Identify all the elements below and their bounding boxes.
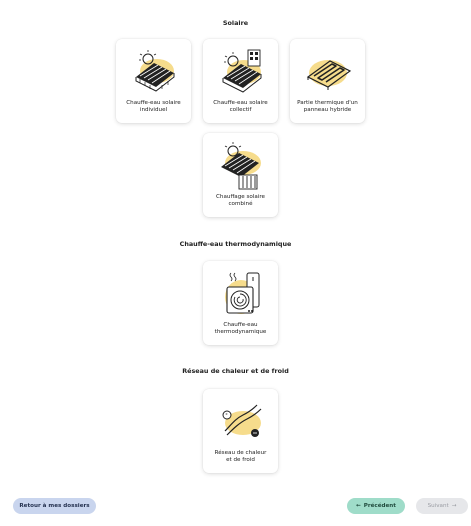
card-label: Chauffe-eau solaire individuel [126, 100, 181, 113]
combined-solar-heating-icon [203, 139, 278, 193]
next-button[interactable]: Suivant → [416, 498, 468, 514]
back-to-folders-label: Retour à mes dossiers [19, 503, 90, 509]
card-label: Chauffage solaire combiné [216, 194, 265, 207]
collective-solar-water-heater-icon [203, 45, 278, 99]
heat-network-icon: ° [203, 395, 278, 449]
previous-label: Précédent [363, 503, 396, 509]
card-reseau-chaleur-froid[interactable]: ° Réseau de chaleur et de froid [203, 389, 278, 473]
card-label: Chauffe-eau thermodynamique [214, 322, 267, 335]
arrow-right-icon: → [451, 503, 457, 509]
section-title-solaire: Solaire [222, 19, 249, 27]
section-title-reseau-chaleur-froid: Réseau de chaleur et de froid [182, 367, 289, 375]
heat-pump-water-heater-icon [203, 267, 278, 321]
card-label: Partie thermique d'un panneau hybride [297, 100, 358, 113]
arrow-left-icon: ← [356, 503, 361, 509]
card-chauffe-eau-solaire-individuel[interactable]: Chauffe-eau solaire individuel [116, 39, 191, 123]
solar-water-heater-icon [116, 45, 191, 99]
back-to-folders-button[interactable]: Retour à mes dossiers [13, 498, 96, 514]
card-chauffage-solaire-combine[interactable]: Chauffage solaire combiné [203, 133, 278, 217]
previous-button[interactable]: ← Précédent [347, 498, 405, 514]
section-title-chauffe-eau-thermodynamique: Chauffe-eau thermodynamique [179, 240, 292, 248]
card-label: Réseau de chaleur et de froid [214, 450, 267, 463]
hybrid-panel-icon [290, 45, 365, 99]
card-chauffe-eau-thermodynamique[interactable]: Chauffe-eau thermodynamique [203, 261, 278, 345]
card-label: Chauffe-eau solaire collectif [213, 100, 268, 113]
card-partie-thermique-panneau-hybride[interactable]: Partie thermique d'un panneau hybride [290, 39, 365, 123]
card-chauffe-eau-solaire-collectif[interactable]: Chauffe-eau solaire collectif [203, 39, 278, 123]
next-label: Suivant [427, 503, 449, 509]
